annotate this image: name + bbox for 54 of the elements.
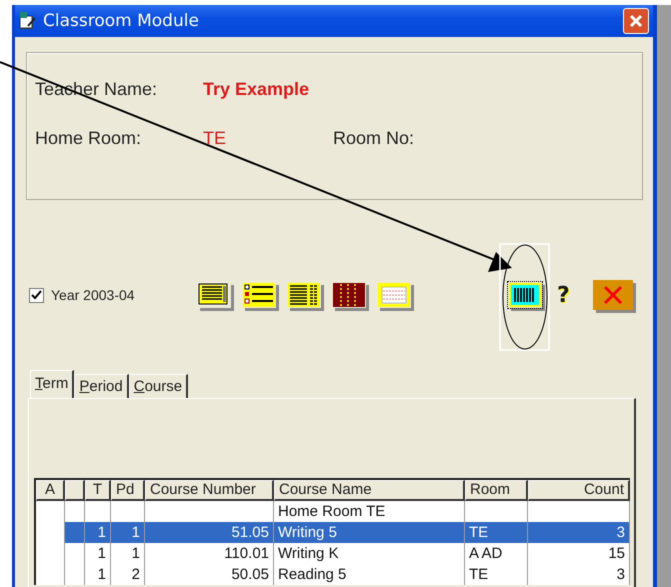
table-row[interactable]: 1 1 51.05 Writing 5 TE 3 xyxy=(36,522,630,543)
year-label: Year 2003-04 xyxy=(51,287,135,303)
column-header[interactable]: A xyxy=(36,480,65,501)
table-cell: 1 xyxy=(85,543,111,564)
list-icon xyxy=(242,282,276,308)
table-cell: 1 xyxy=(111,522,145,543)
column-header[interactable]: Course Name xyxy=(274,480,465,501)
table-cell: Reading 5 xyxy=(274,564,465,585)
column-header[interactable]: Pd xyxy=(111,480,145,501)
column-header[interactable] xyxy=(65,480,85,501)
table-cell: 3 xyxy=(528,522,630,543)
toolbar-button[interactable] xyxy=(287,282,321,308)
column-header[interactable]: Count xyxy=(528,480,630,501)
table-cell: Writing 5 xyxy=(274,522,465,543)
column-header[interactable]: T xyxy=(85,480,111,501)
window-title: Classroom Module xyxy=(43,11,200,31)
year-checkbox[interactable] xyxy=(29,288,44,302)
toolbar-button[interactable] xyxy=(242,282,276,308)
app-icon xyxy=(19,12,37,30)
text-columns-icon xyxy=(287,282,321,308)
table-cell: 1 xyxy=(85,522,111,543)
table-cell: 15 xyxy=(528,543,630,564)
close-icon xyxy=(602,284,624,306)
help-button[interactable]: ? xyxy=(553,282,574,308)
room-no-label: Room No: xyxy=(333,128,414,149)
table-cell: Writing K xyxy=(274,543,465,564)
table-cell: A AD xyxy=(465,543,528,564)
table-cell: 3 xyxy=(528,564,630,585)
toolbar-button[interactable] xyxy=(332,282,366,308)
table-row[interactable]: 1 2 50.05 Reading 5 TE 3 xyxy=(36,564,630,585)
teacher-name: Try Example xyxy=(203,79,310,100)
grid-icon xyxy=(377,282,411,308)
barcode-icon xyxy=(508,282,542,308)
tab[interactable]: Course xyxy=(128,374,188,398)
table-cell: 110.01 xyxy=(145,543,274,564)
table-cell: 50.05 xyxy=(145,564,274,585)
toolbar-button[interactable] xyxy=(508,282,542,308)
table-cell: 51.05 xyxy=(145,522,274,543)
tab[interactable]: Period xyxy=(74,374,129,398)
bars-icon xyxy=(332,282,366,308)
table-cell: TE xyxy=(465,564,528,585)
table-cell: TE xyxy=(465,522,528,543)
column-header[interactable]: Course Number xyxy=(145,480,274,501)
close-button[interactable] xyxy=(623,8,649,34)
table-cell: 2 xyxy=(111,564,145,585)
column-header[interactable]: Room xyxy=(465,480,528,501)
tab[interactable]: Term xyxy=(30,370,74,398)
home-room-label: Home Room: xyxy=(35,128,142,149)
toolbar-button[interactable] xyxy=(197,282,231,308)
table-cell: 1 xyxy=(111,543,145,564)
home-room-value: TE xyxy=(203,128,228,149)
close-icon xyxy=(628,13,644,29)
table-cell: 1 xyxy=(85,564,111,585)
table-row[interactable]: 1 1 110.01 Writing K A AD 15 xyxy=(36,543,630,564)
